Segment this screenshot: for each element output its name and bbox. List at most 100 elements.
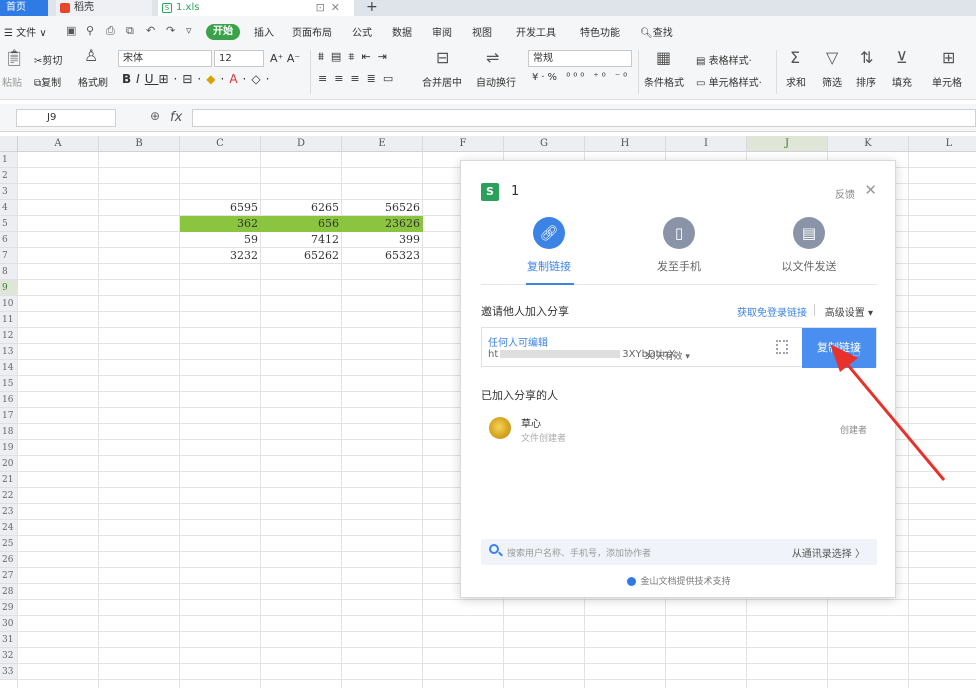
qrcode-icon[interactable] — [776, 340, 788, 354]
column-header-f[interactable]: F — [423, 136, 504, 152]
pin-icon[interactable]: ⊡ — [316, 1, 331, 14]
fill-icon[interactable]: ⊻ — [896, 48, 908, 67]
conditional-format-icon[interactable]: ▦ — [656, 48, 671, 67]
menu-data[interactable]: 数据 — [392, 24, 412, 39]
conditional-format-button[interactable]: 条件格式 — [644, 74, 684, 89]
row-header-19[interactable]: 19 — [0, 440, 18, 456]
tab-home[interactable]: 首页 — [0, 0, 48, 16]
row-header-3[interactable]: 3 — [0, 184, 18, 200]
font-name-select[interactable]: 宋体 — [118, 50, 212, 67]
cell-d5[interactable]: 656 — [261, 216, 341, 232]
row-header-14[interactable]: 14 — [0, 360, 18, 376]
row-header-25[interactable]: 25 — [0, 536, 18, 552]
merge-center-button[interactable]: 合并居中 — [422, 74, 462, 89]
format-painter-button[interactable]: 格式刷 — [78, 74, 108, 89]
row-header-5[interactable]: 5 — [0, 216, 18, 232]
menu-insert[interactable]: 插入 — [254, 24, 274, 39]
undo-icon[interactable]: ↶ — [146, 24, 155, 37]
cut-button[interactable]: ✂剪切 — [34, 52, 62, 67]
row-header-26[interactable]: 26 — [0, 552, 18, 568]
option-copy-link[interactable]: 🔗︎ 复制链接 — [489, 217, 609, 274]
row-header-21[interactable]: 21 — [0, 472, 18, 488]
option-send-phone[interactable]: ▯ 发至手机 — [619, 217, 739, 274]
row-header-24[interactable]: 24 — [0, 520, 18, 536]
column-header-l[interactable]: L — [909, 136, 976, 152]
column-header-b[interactable]: B — [99, 136, 180, 152]
fill-button[interactable]: 填充 — [892, 74, 912, 89]
zoom-icon[interactable]: ⊕ — [150, 109, 160, 123]
row-header-11[interactable]: 11 — [0, 312, 18, 328]
font-style-buttons[interactable]: BIU⊞·⊟·◆·A·◇· — [122, 72, 274, 86]
menu-special[interactable]: 特色功能 — [580, 24, 620, 39]
copy-button[interactable]: ⧉复制 — [34, 74, 61, 89]
close-tab-icon[interactable]: ✕ — [331, 1, 346, 14]
row-header-31[interactable]: 31 — [0, 632, 18, 648]
number-format-buttons[interactable]: ¥·% ⁰⁰⁰ ⁺⁰ ⁻⁰ — [532, 72, 630, 83]
column-header-d[interactable]: D — [261, 136, 342, 152]
column-header-c[interactable]: C — [180, 136, 261, 152]
sort-button[interactable]: 排序 — [856, 74, 876, 89]
cell-e7[interactable]: 65323 — [342, 248, 422, 264]
row-header-30[interactable]: 30 — [0, 616, 18, 632]
new-tab-button[interactable]: + — [366, 0, 378, 15]
close-icon[interactable]: ✕ — [864, 181, 877, 199]
row-header-28[interactable]: 28 — [0, 584, 18, 600]
align-horizontal-buttons[interactable]: ≡≡≡≣▭ — [318, 72, 400, 85]
column-header-a[interactable]: A — [18, 136, 99, 152]
cell-c5[interactable]: 362 — [180, 216, 260, 232]
print-preview-icon[interactable]: ⧉ — [126, 24, 134, 38]
menu-formula[interactable]: 公式 — [352, 24, 372, 39]
column-header-h[interactable]: H — [585, 136, 666, 152]
menu-file[interactable]: ☰ 文件 ∨ — [4, 24, 47, 39]
cell-style-button[interactable]: ▭ 单元格样式· — [696, 74, 762, 89]
copy-link-button[interactable]: 复制链接 — [802, 328, 876, 368]
align-vertical-buttons[interactable]: ⩩▤⩨⇤⇥ — [318, 50, 394, 64]
row-header-29[interactable]: 29 — [0, 600, 18, 616]
filter-icon[interactable]: ▽ — [826, 48, 838, 67]
column-header-e[interactable]: E — [342, 136, 423, 152]
menu-search[interactable]: 🔍︎查找 — [640, 24, 673, 39]
wrap-text-icon[interactable]: ⇌ — [486, 48, 499, 67]
format-painter-icon[interactable]: ♙ — [84, 46, 98, 65]
row-header-9[interactable]: 9 — [0, 280, 18, 296]
column-header-j[interactable]: J — [747, 136, 828, 152]
sort-icon[interactable]: ⇅ — [860, 48, 873, 67]
cell-c7[interactable]: 3232 — [180, 248, 260, 264]
select-all-corner[interactable] — [0, 136, 18, 152]
tab-start[interactable]: 开始 — [206, 24, 240, 40]
paste-icon[interactable]: 📋︎ — [4, 48, 24, 67]
row-header-7[interactable]: 7 — [0, 248, 18, 264]
cell-c6[interactable]: 59 — [180, 232, 260, 248]
row-header-20[interactable]: 20 — [0, 456, 18, 472]
table-style-button[interactable]: ▤ 表格样式· — [696, 52, 752, 67]
row-header-6[interactable]: 6 — [0, 232, 18, 248]
feedback-link[interactable]: 反馈 — [835, 186, 855, 201]
column-header-k[interactable]: K — [828, 136, 909, 152]
cell-icon[interactable]: ⊞ — [942, 48, 955, 67]
row-header-17[interactable]: 17 — [0, 408, 18, 424]
cell-e6[interactable]: 399 — [342, 232, 422, 248]
row-header-1[interactable]: 1 — [0, 152, 18, 168]
row-header-15[interactable]: 15 — [0, 376, 18, 392]
cell-e5[interactable]: 23626 — [342, 216, 422, 232]
wrap-text-button[interactable]: 自动换行 — [476, 74, 516, 89]
row-header-23[interactable]: 23 — [0, 504, 18, 520]
row-header-33[interactable]: 33 — [0, 664, 18, 680]
column-header-i[interactable]: I — [666, 136, 747, 152]
fx-button[interactable]: fx — [170, 110, 182, 125]
redo-icon[interactable]: ↷ — [166, 24, 175, 37]
cell-e4[interactable]: 56526 — [342, 200, 422, 216]
sum-icon[interactable]: Σ — [790, 48, 800, 67]
cell-d6[interactable]: 7412 — [261, 232, 341, 248]
row-header-27[interactable]: 27 — [0, 568, 18, 584]
merge-center-icon[interactable]: ⊟ — [436, 48, 449, 67]
paste-button[interactable]: 粘贴 — [2, 74, 22, 89]
print-icon[interactable]: ⎙ — [106, 24, 115, 38]
save-icon[interactable]: ▣ — [66, 24, 76, 37]
option-send-file[interactable]: ▤ 以文件发送 — [749, 217, 869, 274]
cell-c4[interactable]: 6595 — [180, 200, 260, 216]
row-header-18[interactable]: 18 — [0, 424, 18, 440]
menu-developer[interactable]: 开发工具 — [516, 24, 556, 39]
format-brush-icon[interactable]: ⚲ — [86, 24, 94, 37]
filter-button[interactable]: 筛选 — [822, 74, 842, 89]
